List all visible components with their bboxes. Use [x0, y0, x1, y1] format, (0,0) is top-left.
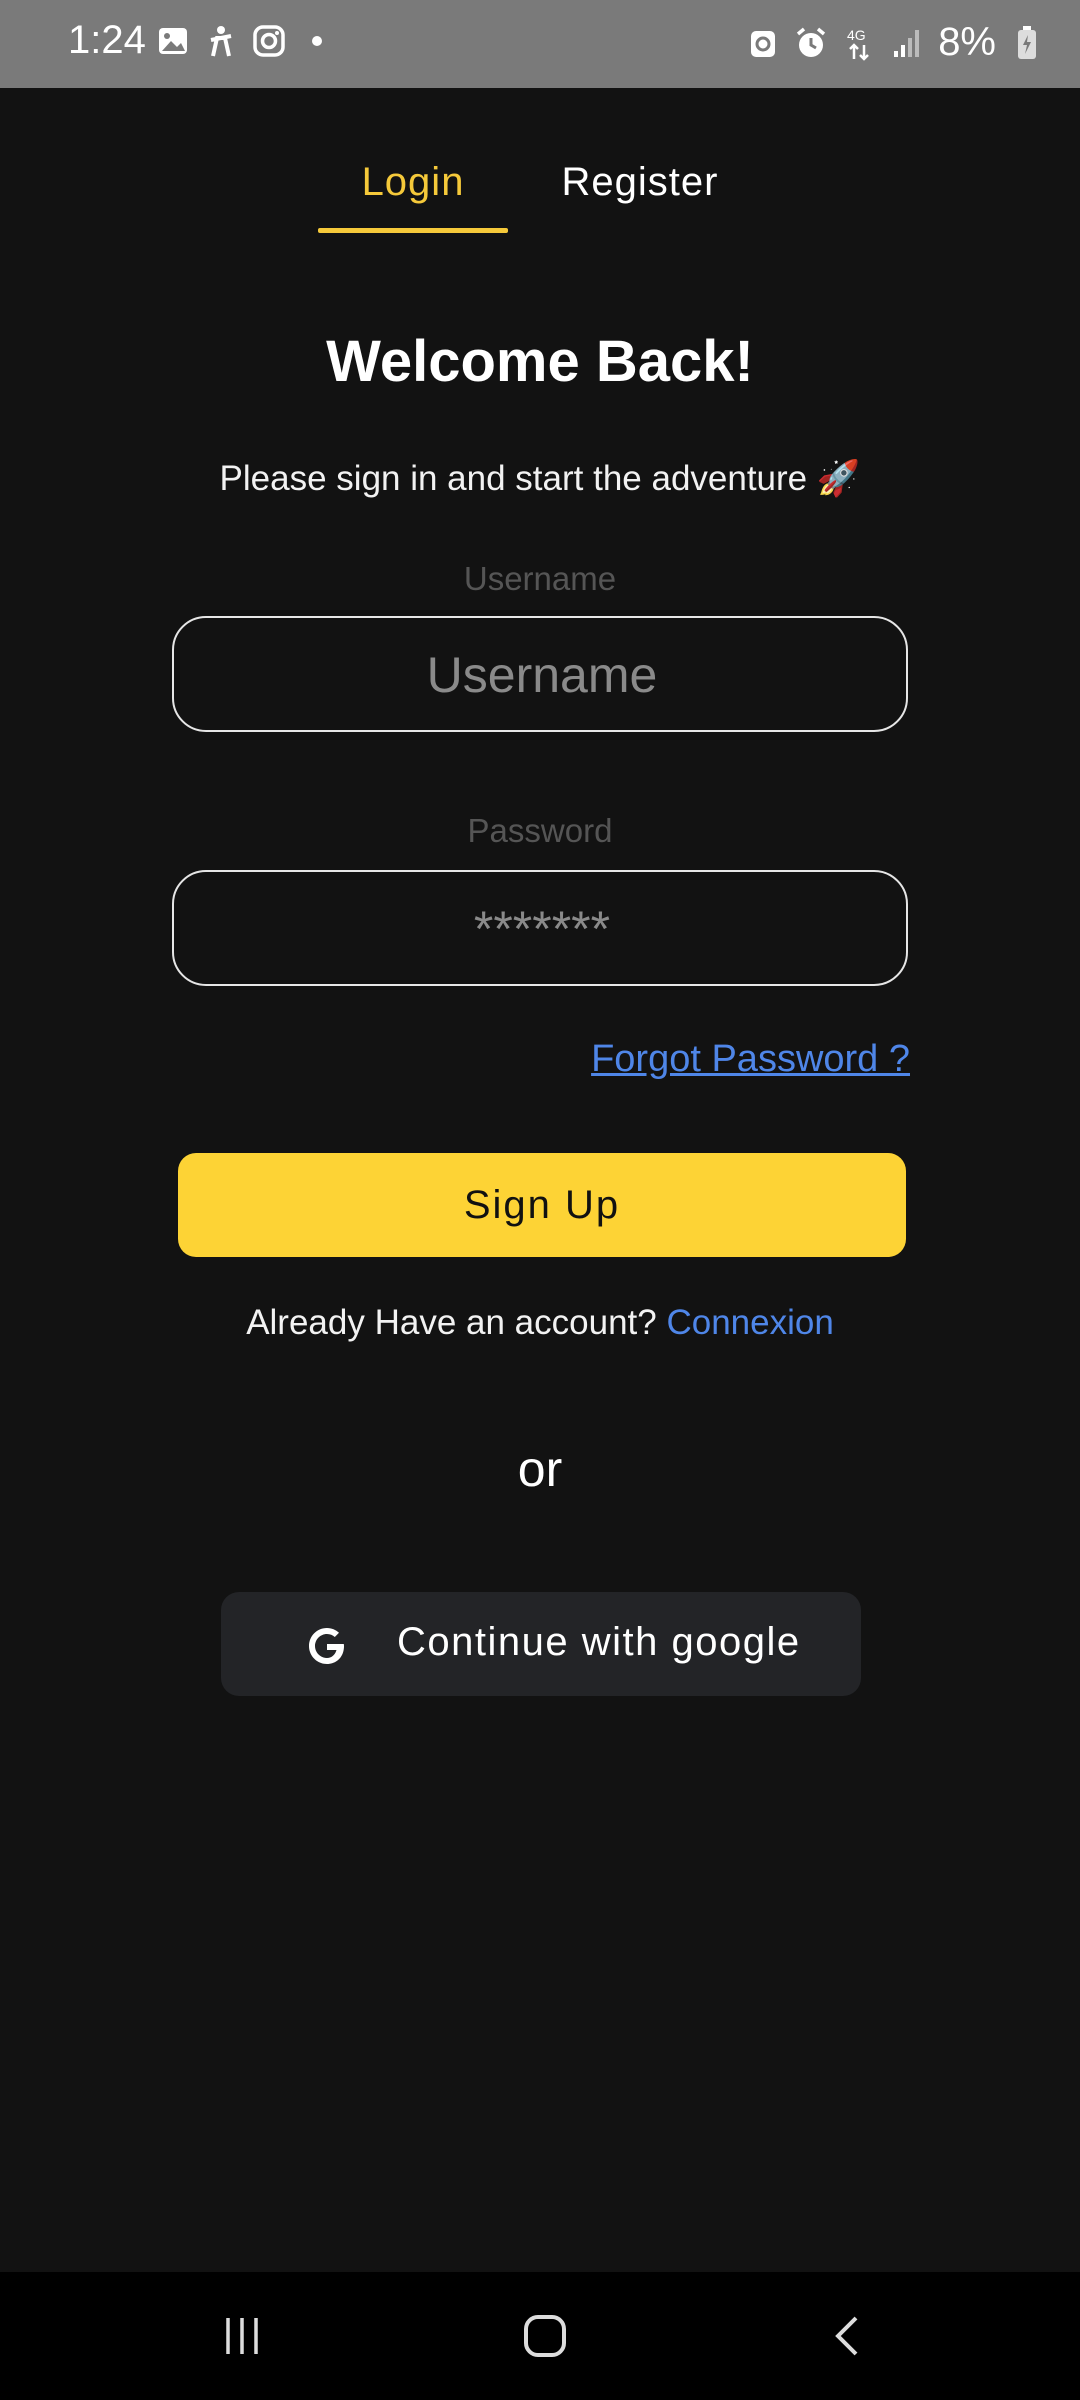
network-4g-icon: 4G	[842, 26, 876, 61]
sign-up-button[interactable]: Sign Up	[178, 1153, 906, 1257]
accessibility-icon	[204, 24, 238, 58]
forgot-password-link[interactable]: Forgot Password ?	[591, 1038, 910, 1081]
username-input[interactable]	[174, 618, 910, 732]
username-field-wrapper	[172, 616, 910, 732]
status-left-icons	[156, 24, 334, 58]
instagram-icon	[252, 24, 286, 58]
gallery-icon	[156, 24, 190, 58]
connexion-link[interactable]: Connexion	[666, 1303, 833, 1342]
active-tab-indicator	[318, 228, 508, 233]
tab-login[interactable]: Login	[318, 160, 508, 205]
auth-tabs: Login Register	[0, 160, 1080, 240]
battery-icon	[1010, 25, 1044, 60]
username-label: Username	[463, 560, 617, 597]
account-prompt-text: Already Have an account?	[246, 1303, 657, 1342]
signal-icon	[890, 26, 924, 60]
page-title: Welcome Back!	[326, 329, 754, 394]
status-bar: 1:24 4G 8%	[0, 0, 1080, 88]
svg-text:4G: 4G	[847, 27, 866, 43]
password-input[interactable]	[174, 872, 910, 986]
page-subtitle: Please sign in and start the adventure 🚀	[219, 459, 861, 498]
google-signin-button[interactable]: Continue with google	[221, 1592, 861, 1696]
dot-icon	[300, 24, 334, 58]
system-nav-bar	[0, 2272, 1080, 2400]
status-right-icons: 4G 8%	[746, 20, 1044, 65]
recycle-icon	[746, 26, 780, 60]
or-divider: or	[517, 1441, 563, 1497]
password-label: Password	[467, 812, 613, 849]
back-icon[interactable]	[816, 2306, 880, 2366]
account-prompt-row: Already Have an account? Connexion	[0, 1303, 1080, 1343]
tab-register[interactable]: Register	[540, 160, 740, 205]
google-icon	[303, 1622, 351, 1670]
alarm-icon	[794, 26, 828, 60]
recent-apps-icon[interactable]	[210, 2306, 274, 2366]
status-time: 1:24	[68, 18, 146, 62]
password-field-wrapper	[172, 870, 910, 986]
google-button-label: Continue with google	[397, 1620, 801, 1664]
battery-percent: 8%	[938, 20, 996, 64]
home-icon[interactable]	[513, 2306, 577, 2366]
